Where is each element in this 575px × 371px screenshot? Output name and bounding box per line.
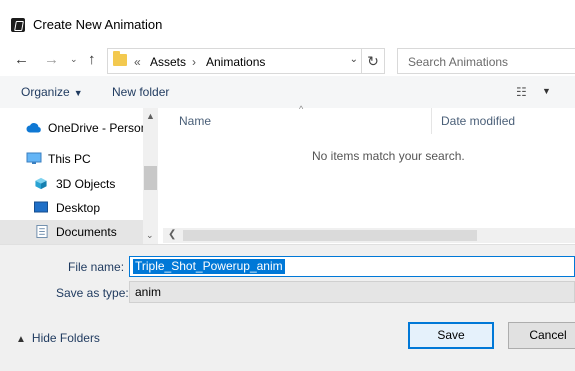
- address-row: ← → ⌄ ↑ « Assets › Animations ⌄ ↻: [0, 45, 575, 75]
- scroll-up-icon[interactable]: ▲: [146, 111, 155, 121]
- cancel-button[interactable]: Cancel: [508, 322, 575, 349]
- cloud-icon: [26, 123, 41, 133]
- document-icon: [36, 225, 48, 238]
- folder-icon: [113, 51, 127, 66]
- address-bar[interactable]: « Assets › Animations ⌄ ↻: [107, 48, 385, 74]
- file-list-horizontal-scrollbar[interactable]: ❮: [163, 228, 575, 243]
- hide-folders-label: Hide Folders: [31, 331, 100, 345]
- savetype-label: Save as type:: [56, 286, 129, 300]
- column-divider[interactable]: [431, 108, 432, 134]
- search-input[interactable]: [406, 50, 575, 74]
- empty-folder-message: No items match your search.: [312, 149, 465, 163]
- save-dialog: Create New Animation ← → ⌄ ↑ « Assets › …: [0, 0, 575, 371]
- breadcrumb-animations[interactable]: Animations: [206, 55, 265, 69]
- nav-item-label: OneDrive - Person: [48, 121, 148, 135]
- navigation-pane: OneDrive - Person This PC 3D Objects Des…: [0, 108, 158, 244]
- savetype-value: anim: [135, 285, 162, 299]
- column-header-name[interactable]: Name: [179, 114, 211, 128]
- nav-item-label: 3D Objects: [56, 177, 116, 191]
- nav-item-onedrive[interactable]: OneDrive - Person: [0, 116, 147, 140]
- filename-value[interactable]: Triple_Shot_Powerup_anim: [133, 259, 285, 274]
- nav-item-3d-objects[interactable]: 3D Objects: [0, 172, 143, 196]
- nav-item-label: This PC: [48, 152, 91, 166]
- command-bar: Organize ▼ New folder ☷ ▼: [0, 76, 575, 108]
- scroll-thumb[interactable]: [144, 166, 157, 190]
- breadcrumb-overflow[interactable]: «: [134, 55, 141, 69]
- view-options-icon[interactable]: ☷: [516, 85, 527, 99]
- window-title: Create New Animation: [33, 17, 163, 32]
- hide-folders-button[interactable]: ▲ Hide Folders: [16, 331, 100, 345]
- savetype-select[interactable]: anim: [129, 281, 575, 303]
- back-arrow-icon[interactable]: ←: [14, 51, 29, 68]
- nav-item-documents[interactable]: Documents: [0, 220, 143, 244]
- desktop-icon: [34, 201, 48, 213]
- search-box[interactable]: [397, 48, 575, 74]
- nav-item-label: Documents: [56, 225, 117, 239]
- scroll-down-icon[interactable]: ⌄: [146, 230, 154, 241]
- computer-icon: [26, 152, 42, 164]
- forward-arrow-icon[interactable]: →: [44, 51, 59, 68]
- filename-label: File name:: [68, 260, 125, 274]
- file-list: ^ Name Date modified No items match your…: [163, 104, 575, 228]
- save-button[interactable]: Save: [408, 322, 494, 349]
- scroll-thumb[interactable]: [183, 230, 477, 241]
- new-folder-button[interactable]: New folder: [112, 85, 169, 99]
- dropdown-caret-icon: ▼: [73, 88, 83, 98]
- breadcrumb-separator: ›: [192, 55, 196, 69]
- view-dropdown-icon[interactable]: ▼: [542, 86, 551, 96]
- nav-item-desktop[interactable]: Desktop: [0, 196, 143, 220]
- refresh-icon[interactable]: ↻: [361, 49, 384, 73]
- scroll-left-icon[interactable]: ❮: [168, 229, 176, 240]
- save-form: File name: Triple_Shot_Powerup_anim Save…: [0, 244, 575, 371]
- nav-item-this-pc[interactable]: This PC: [0, 147, 143, 171]
- column-header-date-modified[interactable]: Date modified: [441, 114, 515, 128]
- chevron-up-icon: ▲: [16, 334, 26, 345]
- unity-app-icon: [11, 18, 25, 32]
- sort-ascending-icon: ^: [299, 104, 304, 114]
- up-arrow-icon[interactable]: ↑: [88, 51, 96, 68]
- nav-item-label: Desktop: [56, 201, 101, 215]
- organize-button[interactable]: Organize ▼: [21, 85, 83, 99]
- address-dropdown-icon[interactable]: ⌄: [350, 54, 358, 65]
- organize-label: Organize: [21, 85, 70, 99]
- recent-locations-chevron-icon[interactable]: ⌄: [70, 54, 78, 65]
- filename-field[interactable]: Triple_Shot_Powerup_anim: [129, 256, 575, 277]
- cube-icon: [35, 177, 47, 190]
- nav-scrollbar[interactable]: ▲ ⌄: [143, 108, 158, 244]
- breadcrumb-assets[interactable]: Assets: [150, 55, 186, 69]
- title-bar: Create New Animation: [0, 0, 575, 45]
